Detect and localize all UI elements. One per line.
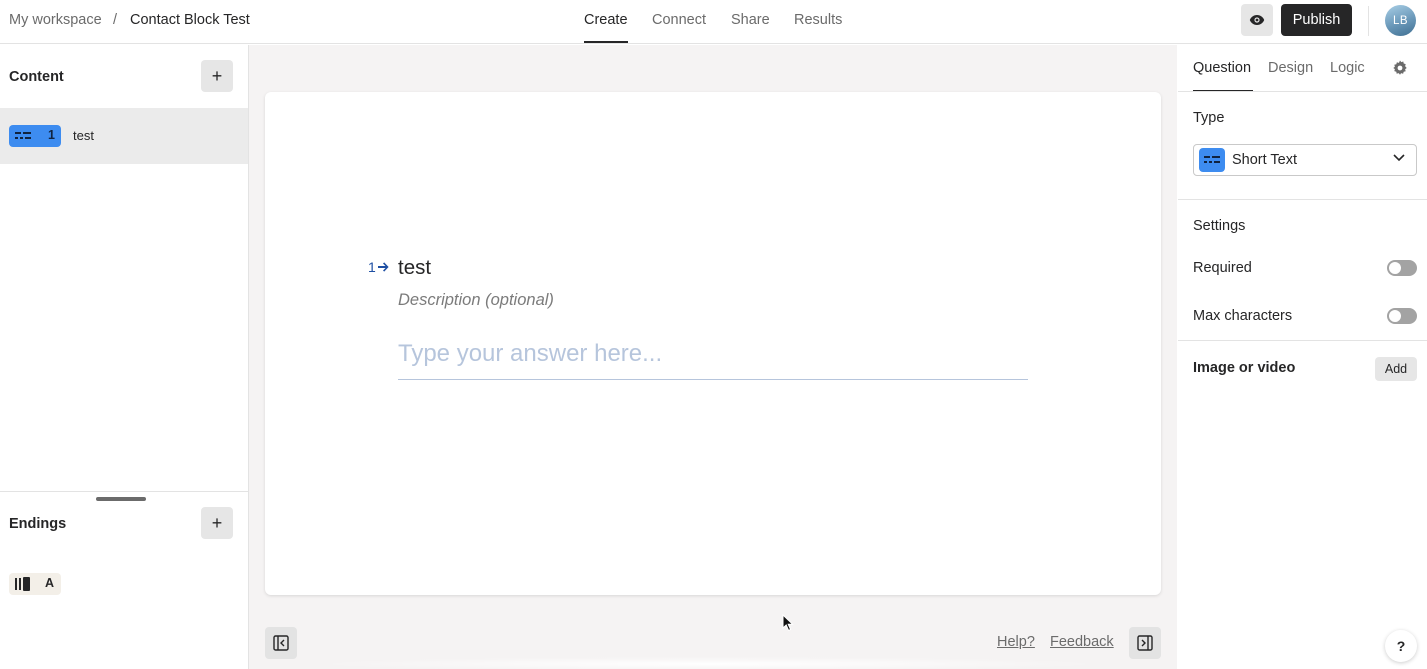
publish-button[interactable]: Publish xyxy=(1281,4,1352,36)
type-divider xyxy=(1178,199,1427,200)
left-sidebar: Content + 1 test Endings + A xyxy=(0,45,249,669)
feedback-link[interactable]: Feedback xyxy=(1050,634,1114,650)
sidebar-divider xyxy=(0,491,248,492)
canvas-fade xyxy=(309,657,1109,669)
collapse-left-button[interactable] xyxy=(265,627,297,659)
help-link[interactable]: Help? xyxy=(997,634,1035,650)
tab-question[interactable]: Question xyxy=(1193,60,1251,76)
preview-button[interactable] xyxy=(1241,4,1273,36)
question-badge: 1 xyxy=(9,125,61,147)
question-list-item[interactable]: 1 test xyxy=(0,108,248,164)
short-text-icon xyxy=(1199,148,1225,172)
question-number-label: 1 xyxy=(368,259,389,275)
ending-list-item[interactable]: A xyxy=(9,573,61,595)
gear-icon[interactable] xyxy=(1392,60,1408,76)
resize-handle[interactable] xyxy=(96,497,146,501)
tab-create[interactable]: Create xyxy=(584,12,628,28)
max-characters-toggle[interactable] xyxy=(1387,308,1417,324)
mouse-cursor-icon xyxy=(782,614,794,632)
panel-right-icon xyxy=(1137,635,1153,651)
content-heading: Content xyxy=(9,69,64,85)
required-label: Required xyxy=(1193,260,1252,276)
right-panel: Question Design Logic Type Short Text Se… xyxy=(1178,45,1427,669)
question-description[interactable]: Description (optional) xyxy=(398,291,554,310)
ending-letter: A xyxy=(45,576,55,590)
tab-share[interactable]: Share xyxy=(731,12,770,28)
question-number: 1 xyxy=(48,128,55,142)
question-label: test xyxy=(73,128,94,143)
question-type-value: Short Text xyxy=(1232,152,1298,168)
add-media-button[interactable]: Add xyxy=(1375,357,1417,381)
ending-icon xyxy=(15,577,30,591)
panel-left-icon xyxy=(273,635,289,651)
image-or-video-label: Image or video xyxy=(1193,360,1296,376)
active-tab-indicator xyxy=(584,41,628,43)
avatar[interactable]: LB xyxy=(1385,5,1416,36)
plus-icon: + xyxy=(211,65,223,86)
tab-design[interactable]: Design xyxy=(1268,60,1313,76)
add-content-button[interactable]: + xyxy=(201,60,233,92)
endings-heading: Endings xyxy=(9,516,67,532)
tab-results[interactable]: Results xyxy=(794,12,842,28)
type-heading: Type xyxy=(1193,110,1225,126)
add-ending-button[interactable]: + xyxy=(201,507,233,539)
settings-heading: Settings xyxy=(1193,218,1246,234)
editor-canvas: 1 test Description (optional) Type your … xyxy=(249,45,1177,669)
question-type-select[interactable]: Short Text xyxy=(1193,144,1417,176)
short-text-icon xyxy=(15,132,31,139)
max-characters-label: Max characters xyxy=(1193,308,1293,324)
collapse-right-button[interactable] xyxy=(1129,627,1161,659)
panel-tab-divider xyxy=(1178,91,1427,92)
tab-logic[interactable]: Logic xyxy=(1330,60,1365,76)
plus-icon: + xyxy=(211,512,223,533)
answer-input[interactable]: Type your answer here... xyxy=(398,340,1028,380)
tab-connect[interactable]: Connect xyxy=(652,12,706,28)
top-bar: My workspace / Contact Block Test Create… xyxy=(0,0,1427,44)
question-mark-icon: ? xyxy=(1396,638,1406,654)
breadcrumb-workspace[interactable]: My workspace xyxy=(9,12,102,28)
help-button[interactable]: ? xyxy=(1385,630,1417,662)
header-divider xyxy=(1368,6,1369,36)
settings-divider xyxy=(1178,340,1427,341)
eye-icon xyxy=(1249,15,1265,25)
arrow-right-icon xyxy=(377,262,389,272)
required-toggle[interactable] xyxy=(1387,260,1417,276)
question-card[interactable]: 1 test Description (optional) Type your … xyxy=(265,92,1161,595)
breadcrumb-form-title[interactable]: Contact Block Test xyxy=(130,12,250,28)
breadcrumb-separator: / xyxy=(113,12,118,28)
question-title[interactable]: test xyxy=(398,256,431,280)
chevron-down-icon xyxy=(1393,154,1405,162)
question-number-text: 1 xyxy=(368,259,376,275)
